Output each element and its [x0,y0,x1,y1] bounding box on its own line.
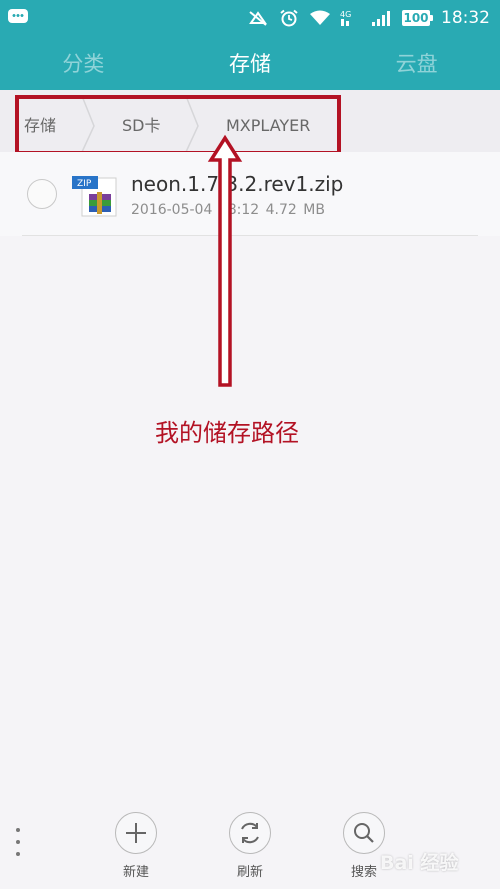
new-button[interactable]: 新建 [106,812,166,880]
zip-icon-label: ZIP [77,179,92,189]
watermark: Bai 经验 [380,852,459,874]
status-bar: 4G 100 18:32 [0,0,500,35]
new-button-label: 新建 [122,865,149,880]
zip-archive-icon: ZIP [72,176,117,217]
refresh-button-label: 刷新 [236,865,263,880]
refresh-button[interactable]: 刷新 [220,812,280,880]
annotation-text: 我的储存路径 [155,419,299,447]
svg-text:4G: 4G [340,10,351,19]
more-options-icon[interactable] [14,828,22,860]
tab-cloud[interactable]: 云盘 [333,35,500,90]
plus-icon [126,823,146,843]
chat-bubble-icon [8,9,28,23]
refresh-icon [241,822,259,844]
tab-storage[interactable]: 存储 [167,35,334,90]
wifi-icon [310,10,330,25]
search-icon [354,823,374,843]
tab-bar: 分类 存储 云盘 [0,35,500,90]
mute-icon [249,11,267,26]
file-select-checkbox[interactable] [27,179,57,209]
file-size: 4.72 MB [265,202,325,218]
status-icons: 4G 100 18:32 [247,6,490,30]
signal-icon [372,11,390,26]
path-highlight-box [15,95,341,155]
status-time: 18:32 [441,8,490,28]
tab-categories[interactable]: 分类 [0,35,167,90]
cellular-4g-icon: 4G [340,10,351,26]
battery-icon: 100 [402,10,433,26]
alarm-icon [280,9,298,27]
row-divider [22,235,478,236]
annotation-arrow-icon [207,134,243,387]
